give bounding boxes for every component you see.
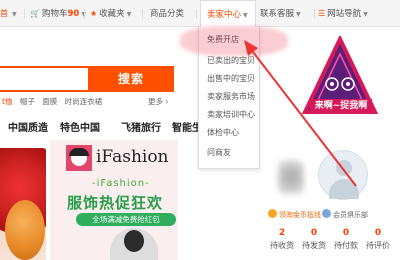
nav-customer-service[interactable]: 联系客服 ▼ xyxy=(260,7,301,21)
stat-label: 待付款 xyxy=(334,241,358,250)
stat-value: 2 xyxy=(278,228,286,238)
stat-label: 待评价 xyxy=(366,241,390,250)
dropdown-item-sold[interactable]: 已卖出的宝贝 xyxy=(207,55,255,66)
cart-icon: 🛒 xyxy=(30,9,40,18)
chevron-down-icon: ▼ xyxy=(126,11,132,18)
dropdown-item-on-sale[interactable]: 出售中的宝贝 xyxy=(207,73,255,84)
dropdown-item-checkup[interactable]: 体检中心 xyxy=(207,127,239,138)
order-stat[interactable]: 0 待发货 xyxy=(298,228,330,251)
chevron-right-icon: › xyxy=(165,97,169,106)
category-tab[interactable]: 飞猪旅行 xyxy=(121,119,161,134)
customer-service-label: 联系客服 xyxy=(260,9,295,19)
nav-favorites[interactable]: ★ 收藏夹 ▼ xyxy=(90,7,131,21)
gold-label: 领淘金币抵钱 xyxy=(279,211,321,219)
nav-divider xyxy=(142,9,143,19)
highlight-marker xyxy=(180,26,288,56)
chevron-down-icon: ▼ xyxy=(243,12,248,19)
stat-value: 0 xyxy=(374,228,382,238)
banner-brand: iFashion xyxy=(96,147,169,167)
more-label: 更多 xyxy=(148,97,163,106)
hot-word-link[interactable]: 时尚连衣裙 xyxy=(65,97,103,106)
banner-subtitle: -iFashion- xyxy=(92,178,150,189)
ifashion-logo-icon xyxy=(66,145,92,171)
category-tab[interactable]: 中国质造 xyxy=(8,119,48,134)
star-icon: ★ xyxy=(90,9,98,18)
nav-divider xyxy=(24,9,25,19)
nav-categories[interactable]: 商品分类 xyxy=(150,7,184,21)
hot-word-link[interactable]: 帽子 xyxy=(20,97,35,106)
chevron-down-icon: ▼ xyxy=(12,11,17,18)
promo-label: 来啊~捉我啊 xyxy=(310,99,372,114)
category-tab[interactable]: 特色中国 xyxy=(60,119,100,134)
nav-divider xyxy=(196,9,197,19)
dropdown-item-ask-peers[interactable]: 问商友 xyxy=(207,147,231,158)
categories-label: 商品分类 xyxy=(150,9,185,19)
blurred-image xyxy=(278,160,304,194)
club-icon xyxy=(322,209,331,218)
stat-label: 待发货 xyxy=(302,241,326,250)
site-nav-label: 网站导航 xyxy=(327,9,362,19)
user-avatar-icon[interactable] xyxy=(318,150,368,200)
member-club-link[interactable]: 会员俱乐部 xyxy=(322,209,372,222)
nav-home-fragment[interactable]: 首 ▼ xyxy=(0,7,17,21)
dropdown-item-training[interactable]: 卖家培训中心 xyxy=(207,109,255,120)
nav-divider xyxy=(84,9,85,19)
search-button[interactable]: 搜索 xyxy=(88,66,174,92)
banner-headline: 服饰热促狂欢 xyxy=(67,194,164,212)
nav-divider xyxy=(314,9,315,19)
gold-coin-link[interactable]: 领淘金币抵钱 xyxy=(268,209,321,222)
stat-label: 待收货 xyxy=(270,241,294,250)
order-stat[interactable]: 2 待收货 xyxy=(266,228,298,251)
hot-word-link[interactable]: t恤 xyxy=(2,97,12,106)
menu-icon: ☰ xyxy=(318,9,326,18)
home-icon: 首 xyxy=(0,9,8,18)
search-input[interactable] xyxy=(0,66,90,92)
stat-value: 0 xyxy=(310,228,318,238)
nav-seller-center[interactable]: 卖家中心 ▼ xyxy=(200,0,256,27)
fruit-image xyxy=(5,200,45,260)
favorites-label: 收藏夹 xyxy=(99,9,125,19)
seller-center-label: 卖家中心 xyxy=(207,10,242,20)
banner-pill: 全场满减免费抢红包 xyxy=(76,213,176,226)
order-stat[interactable]: 0 待付款 xyxy=(330,228,362,251)
more-link[interactable]: 更多 › xyxy=(148,96,168,107)
nav-site-navigation[interactable]: ☰ 网站导航 ▼ xyxy=(318,7,368,21)
stat-value: 0 xyxy=(342,228,350,238)
dropdown-item-service-market[interactable]: 卖家服务市场 xyxy=(207,91,255,102)
nav-cart[interactable]: 🛒购物车90▼ xyxy=(30,7,86,21)
club-label: 会员俱乐部 xyxy=(333,211,368,219)
seller-center-text: 卖家中心 ▼ xyxy=(207,8,248,22)
cart-count: 90 xyxy=(67,9,80,19)
cart-label: 购物车 xyxy=(41,9,68,19)
coin-icon xyxy=(268,209,277,218)
order-stat[interactable]: 0 待评价 xyxy=(362,228,394,251)
chevron-down-icon: ▼ xyxy=(363,11,368,18)
hot-word-link[interactable]: 面膜 xyxy=(42,97,57,106)
chevron-down-icon: ▼ xyxy=(296,11,301,18)
